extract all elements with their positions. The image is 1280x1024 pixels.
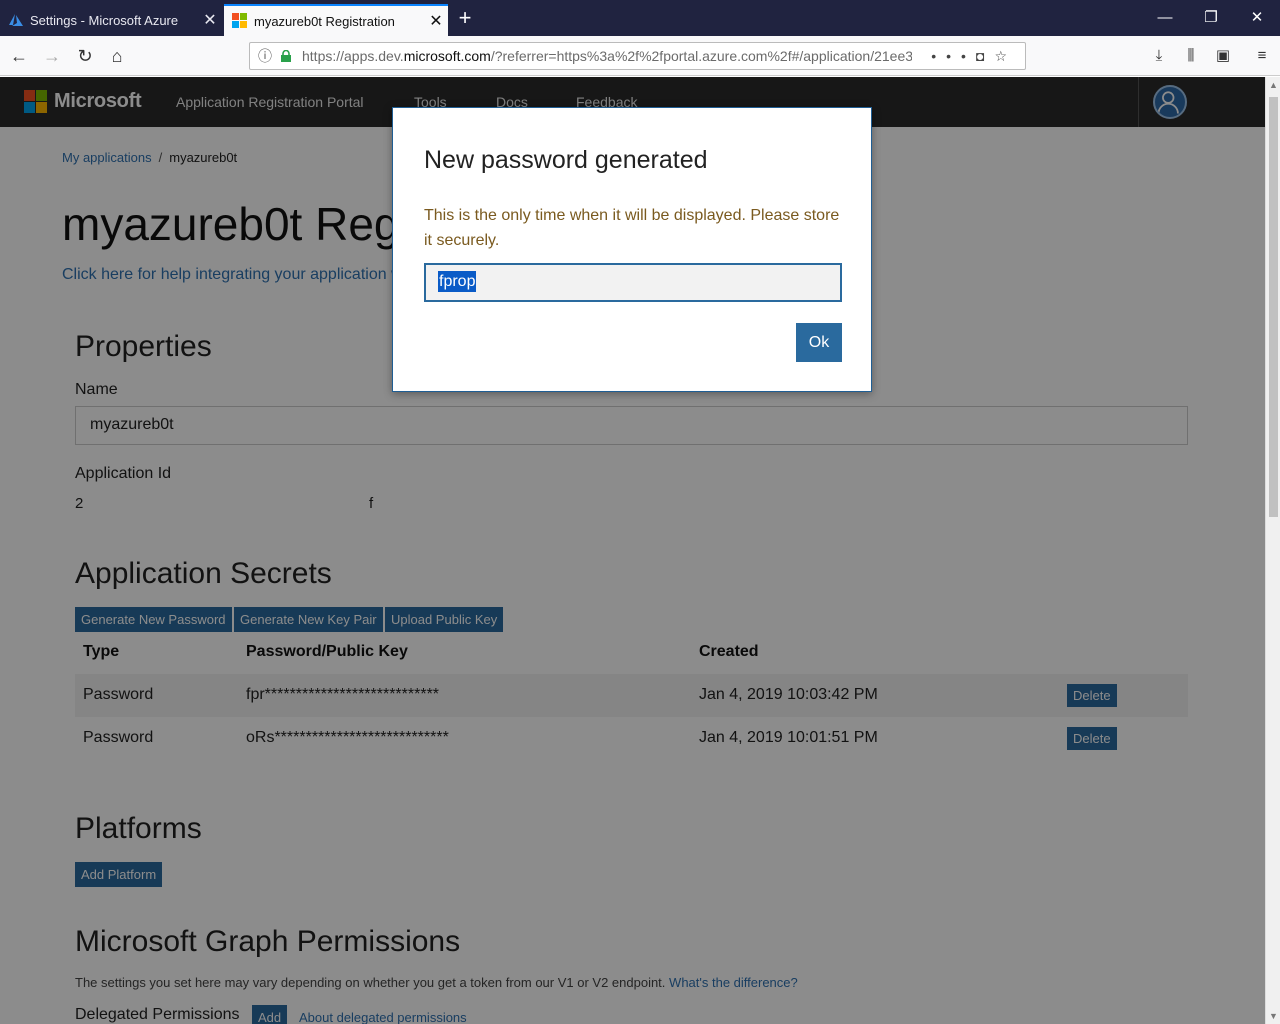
scrollbar[interactable]: ▲ ▼ [1265, 77, 1280, 1024]
azure-icon [9, 14, 23, 26]
dialog-title: New password generated [424, 146, 708, 174]
scroll-down-icon[interactable]: ▼ [1266, 1008, 1280, 1024]
scroll-thumb[interactable] [1269, 97, 1278, 517]
url-bar[interactable]: ⓘ https://apps.dev.microsoft.com/?referr… [249, 42, 1026, 70]
lock-icon [281, 50, 291, 62]
tab-close-icon[interactable]: ✕ [424, 11, 448, 31]
microsoft-logo-icon [232, 13, 247, 28]
sidebar-icon[interactable]: ▣ [1211, 44, 1235, 68]
more-icon[interactable]: ••• [931, 48, 976, 64]
ok-button[interactable]: Ok [796, 323, 842, 362]
url-text: https://apps.dev.microsoft.com/?referrer… [302, 48, 912, 64]
window-close-icon[interactable]: ✕ [1234, 0, 1280, 36]
tab-title: myazureb0t Registration [254, 13, 395, 29]
download-icon[interactable]: ⤓ [1147, 44, 1171, 68]
library-icon[interactable]: ⫼ [1179, 44, 1203, 68]
hamburger-icon[interactable]: ≡ [1250, 44, 1274, 68]
home-icon[interactable]: ⌂ [103, 42, 131, 70]
reload-icon[interactable]: ↻ [71, 42, 99, 70]
browser-tab-bar: Settings - Microsoft Azure ✕ myazureb0t … [0, 0, 1280, 36]
bookmark-star-icon[interactable]: ☆ [994, 48, 1017, 64]
minimize-icon[interactable]: — [1142, 0, 1188, 36]
new-tab-button[interactable]: + [452, 6, 478, 32]
tab-title: Settings - Microsoft Azure [30, 12, 179, 28]
pocket-icon[interactable]: ◘ [976, 48, 994, 64]
info-icon[interactable]: ⓘ [258, 43, 272, 69]
tab-registration[interactable]: myazureb0t Registration ✕ [224, 4, 448, 36]
new-password-dialog: New password generated This is the only … [392, 107, 872, 392]
password-value: fprop [438, 271, 477, 292]
password-field[interactable]: fprop [424, 263, 842, 302]
browser-nav-bar: ← → ↻ ⌂ ⓘ https://apps.dev.microsoft.com… [0, 36, 1280, 76]
dialog-message: This is the only time when it will be di… [424, 207, 840, 249]
tab-close-icon[interactable]: ✕ [198, 10, 222, 30]
forward-arrow-icon[interactable]: → [38, 42, 66, 70]
back-arrow-icon[interactable]: ← [5, 42, 33, 70]
tab-settings-azure[interactable]: Settings - Microsoft Azure ✕ [0, 4, 222, 36]
scroll-up-icon[interactable]: ▲ [1266, 77, 1280, 93]
restore-icon[interactable]: ❐ [1188, 0, 1234, 36]
page-content: Microsoft Application Registration Porta… [0, 77, 1265, 1024]
